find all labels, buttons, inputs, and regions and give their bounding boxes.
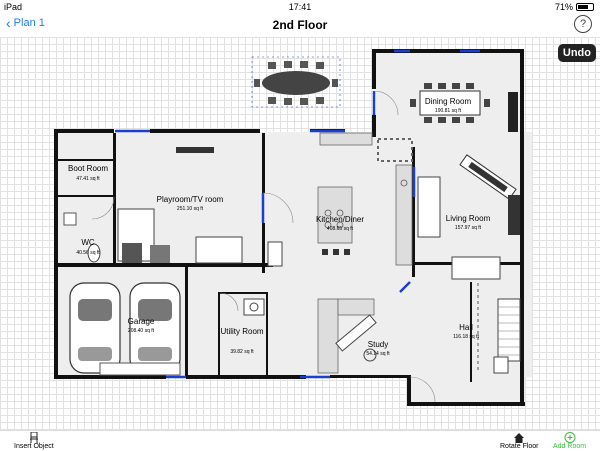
room-name-kitchen: Kitchen/Diner <box>316 215 364 224</box>
room-name-dining: Dining Room <box>425 97 472 106</box>
room-name-boot: Boot Room <box>68 164 108 173</box>
insert-object-label: Insert Object <box>14 443 54 450</box>
plus-circle-icon <box>564 432 576 443</box>
room-area-dining: 190.81 sq ft <box>435 108 462 114</box>
room-area-utility: 39.82 sq ft <box>230 349 254 355</box>
add-room-label: Add Room <box>553 443 587 450</box>
house-icon <box>514 433 525 443</box>
room-name-garage: Garage <box>128 317 155 326</box>
nav-bar: ‹ Plan 1 2nd Floor ? <box>0 14 600 36</box>
room-area-living: 157.97 sq ft <box>455 225 482 231</box>
back-button[interactable]: ‹ Plan 1 <box>6 15 45 31</box>
room-name-study: Study <box>368 340 388 349</box>
battery-percent: 71% <box>554 2 573 12</box>
help-button[interactable]: ? <box>574 15 592 33</box>
room-area-playroom: 251.10 sq ft <box>177 206 204 212</box>
undo-button[interactable]: Undo <box>557 44 596 62</box>
room-area-wc: 40.56 sq ft <box>76 250 100 256</box>
room-area-hall: 116.18 sq ft <box>453 334 479 340</box>
battery-indicator: 71% <box>555 2 594 12</box>
insert-object-button[interactable]: Insert Object <box>14 432 54 450</box>
room-area-boot: 47.41 sq ft <box>76 176 100 182</box>
clock: 17:41 <box>288 2 312 12</box>
chevron-left-icon: ‹ <box>6 15 11 31</box>
room-name-hall: Hall <box>459 323 473 332</box>
add-room-button[interactable]: Add Room <box>553 432 586 450</box>
floor-plan[interactable]: Boot Room 47.41 sq ft WC 40.56 sq ft Pla… <box>0 37 600 430</box>
room-name-utility: Utility Room <box>220 327 263 336</box>
status-bar: iPad 17:41 71% <box>0 0 600 14</box>
battery-icon <box>576 3 594 11</box>
bottom-toolbar: Insert Object Rotate Floor Add Room <box>0 430 600 451</box>
room-name-playroom: Playroom/TV room <box>157 195 224 204</box>
room-name-living: Living Room <box>446 214 491 223</box>
rotate-floor-button[interactable]: Rotate Floor <box>500 432 539 450</box>
back-button-label: Plan 1 <box>13 17 45 29</box>
floor-plan-canvas[interactable]: Boot Room 47.41 sq ft WC 40.56 sq ft Pla… <box>0 37 600 430</box>
room-area-kitchen: 408.65 sq ft <box>327 226 354 232</box>
page-title: 2nd Floor <box>272 18 328 32</box>
chair-icon <box>29 432 38 443</box>
utility-fixtures[interactable] <box>243 298 265 316</box>
garden-table-object[interactable] <box>251 56 341 108</box>
room-area-study: 54.14 sq ft <box>366 351 390 357</box>
rotate-floor-label: Rotate Floor <box>500 443 539 450</box>
room-name-wc: WC <box>81 238 95 247</box>
room-area-garage: 208.40 sq ft <box>128 328 155 334</box>
